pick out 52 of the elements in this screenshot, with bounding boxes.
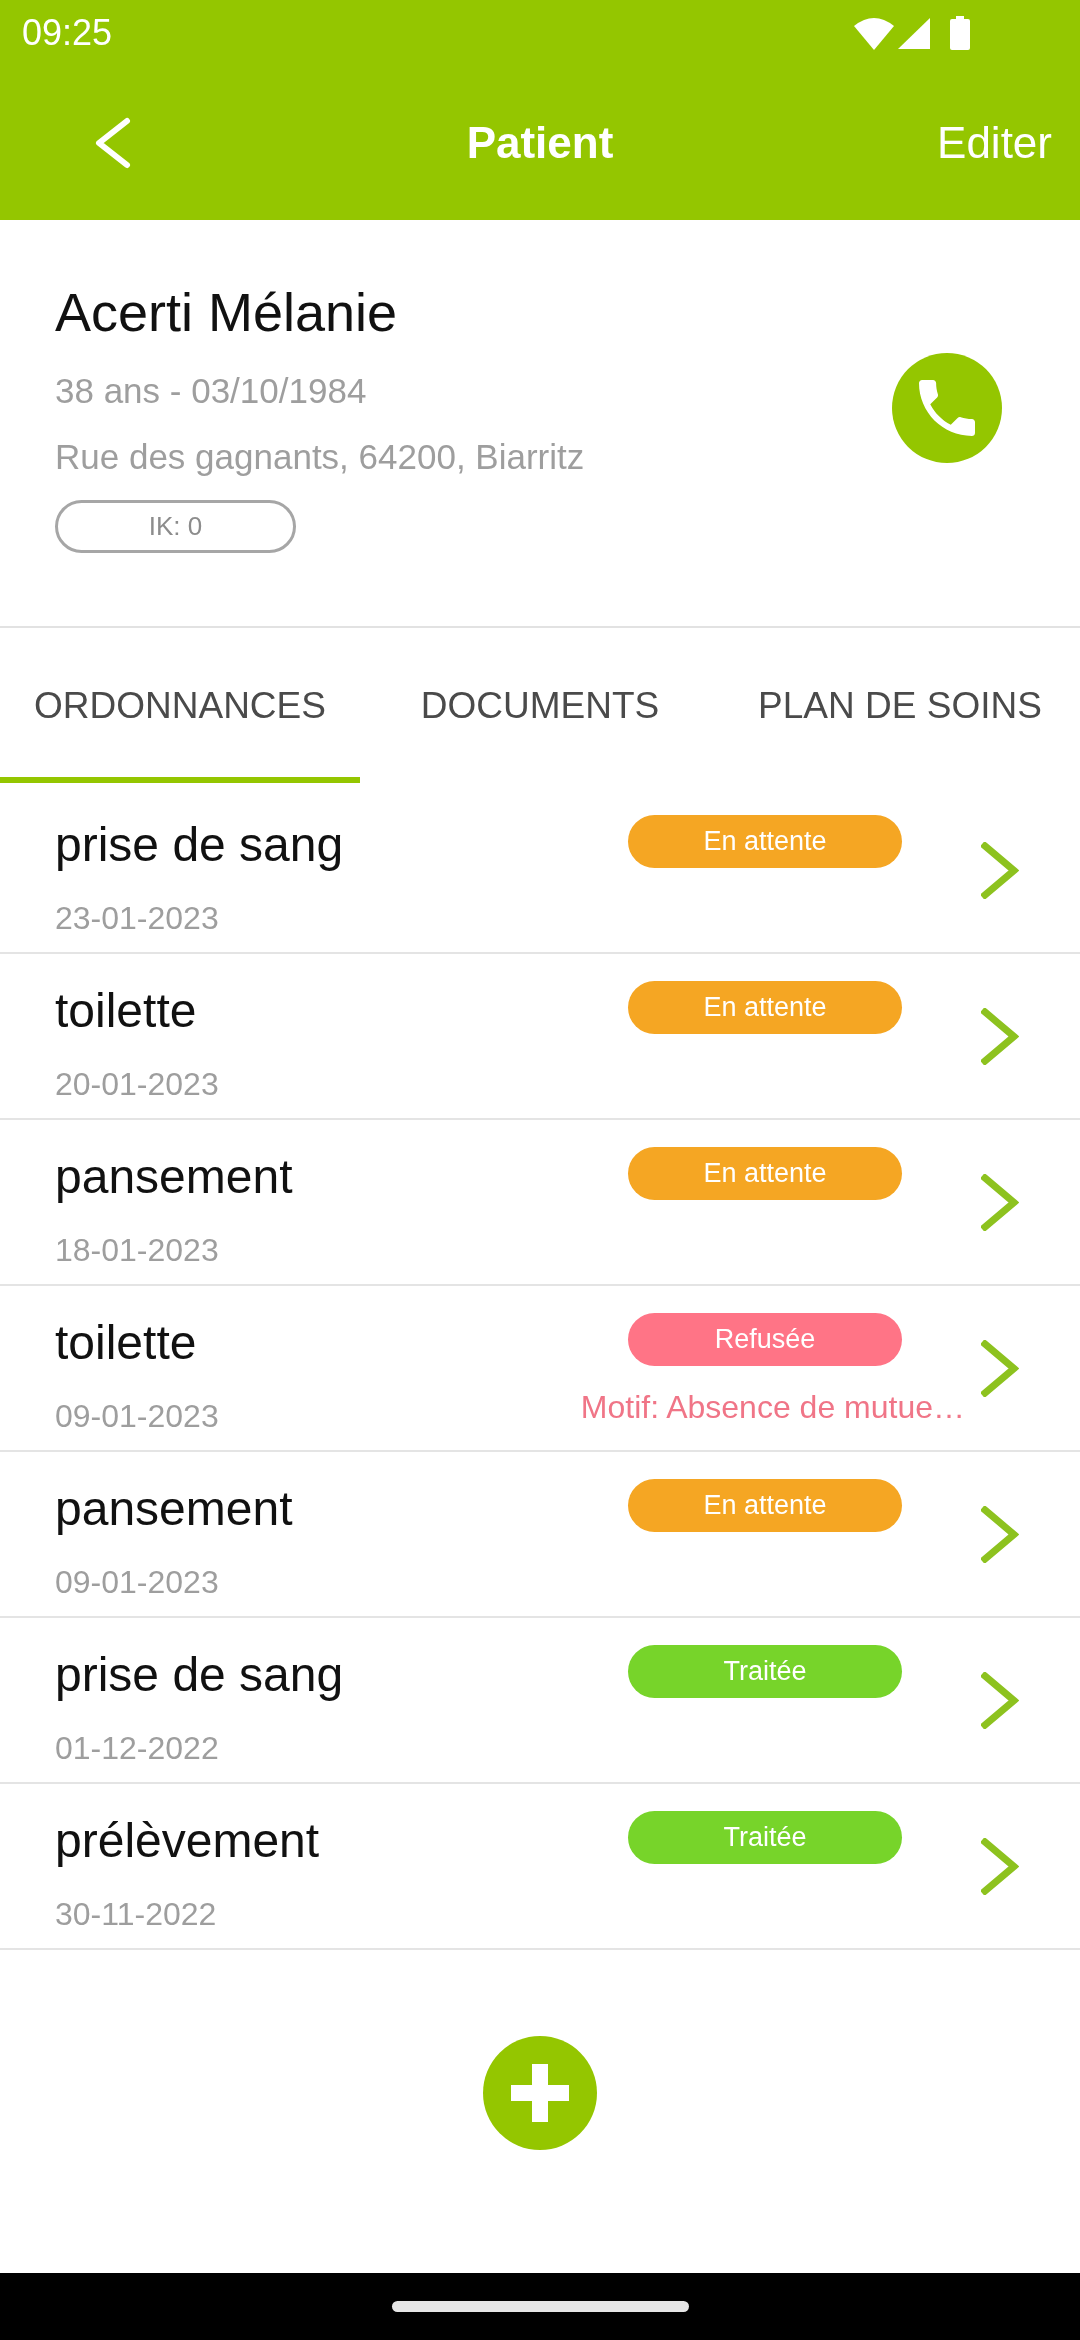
- prescription-title: prélèvement: [55, 1813, 320, 1869]
- prescription-title: toilette: [55, 983, 197, 1039]
- prescription-title: toilette: [55, 1315, 197, 1371]
- prescription-row[interactable]: pansement 18-01-2023 En attente: [0, 1120, 1080, 1286]
- back-button[interactable]: [94, 117, 131, 169]
- phone-icon: [919, 379, 975, 436]
- patient-address: Rue des gagnants, 64200, Biarritz: [55, 436, 585, 478]
- prescription-date: 18-01-2023: [55, 1231, 219, 1270]
- status-badge: En attente: [628, 815, 902, 868]
- battery-icon: [950, 16, 970, 50]
- chevron-right-icon: [981, 1007, 1019, 1065]
- prescription-row[interactable]: prise de sang 01-12-2022 Traitée: [0, 1618, 1080, 1784]
- status-badge: En attente: [628, 1479, 902, 1532]
- prescription-row[interactable]: toilette 09-01-2023 Refusée Motif: Absence de mutue…: [0, 1286, 1080, 1452]
- status-badge: Traitée: [628, 1645, 902, 1698]
- chevron-right-icon: [981, 1671, 1019, 1729]
- chevron-right-icon: [981, 1505, 1019, 1563]
- wifi-icon: [854, 16, 894, 50]
- prescription-title: pansement: [55, 1149, 293, 1205]
- prescription-row[interactable]: prélèvement 30-11-2022 Traitée: [0, 1784, 1080, 1950]
- prescription-date: 09-01-2023: [55, 1563, 219, 1602]
- screen-title: Patient: [466, 117, 614, 169]
- status-badge: En attente: [628, 981, 902, 1034]
- patient-name: Acerti Mélanie: [55, 281, 398, 344]
- tab[interactable]: ORDONNANCES: [0, 628, 360, 783]
- prescription-title: prise de sang: [55, 817, 344, 873]
- prescription-title: prise de sang: [55, 1647, 344, 1703]
- ik-badge: IK: 0: [55, 500, 296, 553]
- prescription-row[interactable]: pansement 09-01-2023 En attente: [0, 1452, 1080, 1618]
- status-badge: En attente: [628, 1147, 902, 1200]
- signal-icon: [898, 17, 930, 49]
- back-icon: [94, 117, 131, 169]
- patient-age-birthdate: 38 ans - 03/10/1984: [55, 370, 367, 412]
- prescription-date: 30-11-2022: [55, 1895, 217, 1934]
- prescription-row[interactable]: prise de sang 23-01-2023 En attente: [0, 788, 1080, 954]
- prescription-date: 01-12-2022: [55, 1729, 219, 1768]
- status-badge: Traitée: [628, 1811, 902, 1864]
- chevron-right-icon: [981, 1837, 1019, 1895]
- plus-icon: [511, 2064, 569, 2122]
- tab[interactable]: PLAN DE SOINS: [720, 628, 1080, 783]
- prescription-date: 09-01-2023: [55, 1397, 219, 1436]
- prescription-row[interactable]: toilette 20-01-2023 En attente: [0, 954, 1080, 1120]
- chevron-right-icon: [981, 841, 1019, 899]
- chevron-right-icon: [981, 1173, 1019, 1231]
- tab[interactable]: DOCUMENTS: [360, 628, 720, 783]
- refusal-reason: Motif: Absence de mutue…: [580, 1388, 965, 1427]
- chevron-right-icon: [981, 1339, 1019, 1397]
- prescription-date: 20-01-2023: [55, 1065, 219, 1104]
- prescription-title: pansement: [55, 1481, 293, 1537]
- prescription-date: 23-01-2023: [55, 899, 219, 938]
- status-time: 09:25: [22, 13, 113, 53]
- status-badge: Refusée: [628, 1313, 902, 1366]
